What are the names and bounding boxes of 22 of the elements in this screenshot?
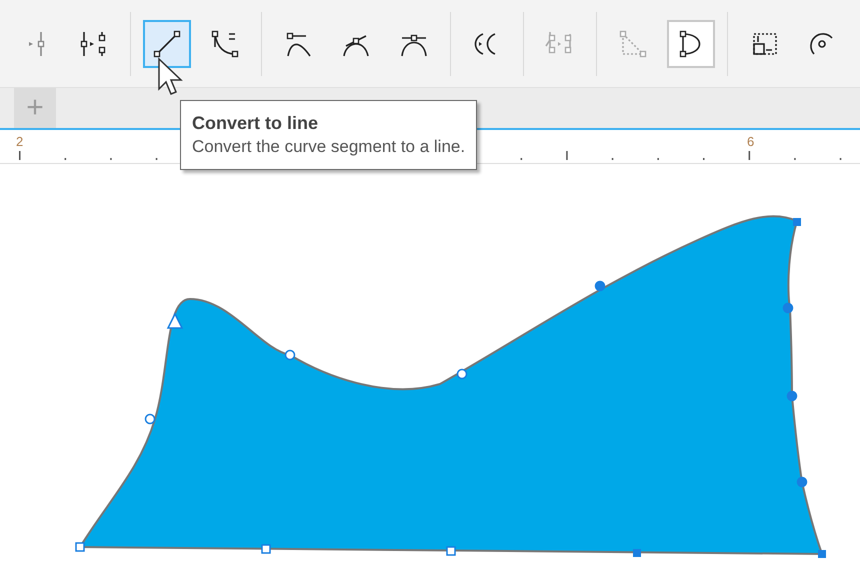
- node-handle[interactable]: [261, 544, 271, 554]
- node-handle[interactable]: [796, 476, 808, 488]
- ruler-label: 6: [747, 133, 754, 151]
- tooltip-text: Convert the curve segment to a line.: [192, 136, 466, 158]
- node-handle[interactable]: [793, 218, 801, 226]
- start-node-handle[interactable]: [166, 312, 184, 329]
- node-handle[interactable]: [446, 546, 456, 556]
- add-tab-button[interactable]: +: [14, 88, 56, 128]
- node-handle[interactable]: [144, 414, 156, 424]
- node-handle[interactable]: [594, 280, 606, 292]
- break-partial-icon: [28, 30, 44, 56]
- tooltip-title: Convert to line: [192, 112, 320, 135]
- node-handle[interactable]: [75, 542, 85, 552]
- node-handle[interactable]: [786, 390, 798, 402]
- tool-button[interactable]: [143, 20, 191, 68]
- ruler-label: 2: [16, 133, 24, 151]
- node-handle[interactable]: [782, 302, 794, 314]
- node-handle[interactable]: [818, 550, 826, 558]
- node-handle[interactable]: [456, 368, 468, 380]
- tool-button[interactable]: [667, 20, 715, 68]
- node-handle[interactable]: [633, 549, 641, 557]
- node-handle[interactable]: [284, 350, 296, 360]
